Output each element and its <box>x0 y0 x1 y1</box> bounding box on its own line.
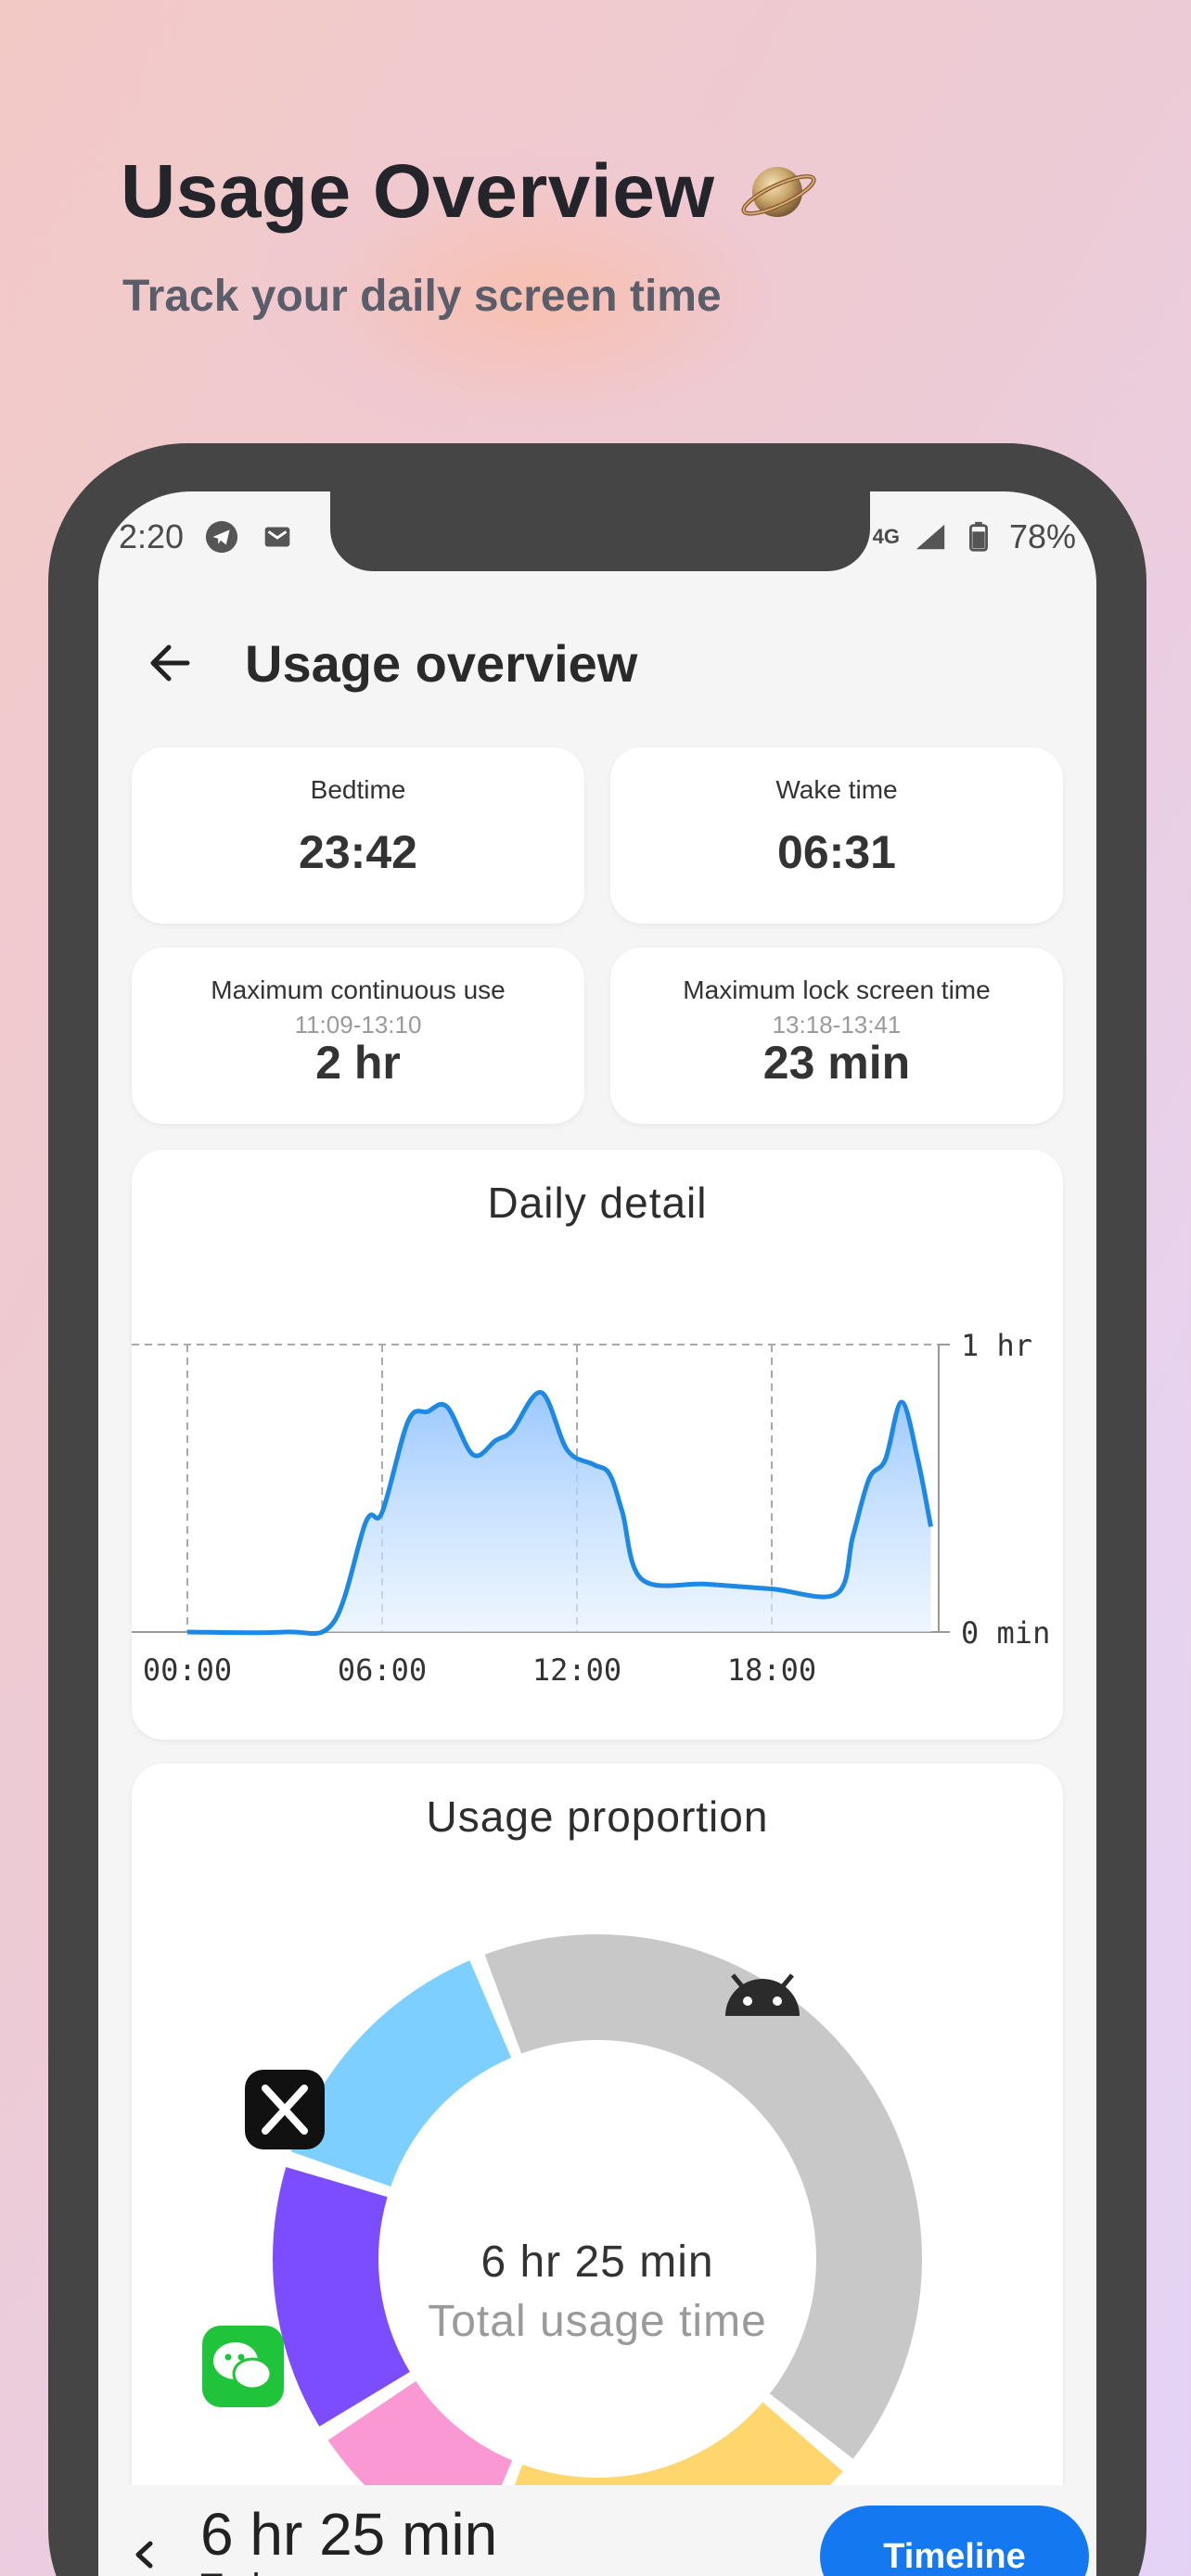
x-tick-label: 12:00 <box>532 1652 621 1688</box>
bedtime-card: Bedtime 23:42 <box>132 747 584 924</box>
telegram-icon <box>205 520 238 554</box>
usage-donut-chart <box>202 1934 954 2576</box>
x-icon <box>245 2070 325 2149</box>
battery-icon <box>968 521 988 552</box>
hero-title-text: Usage Overview <box>121 149 715 234</box>
daily-detail-chart: 00:00 06:00 12:00 18:00 1 hr 0 min <box>132 1328 1050 1688</box>
bottom-day-label: Today <box>200 2567 497 2576</box>
wake-time-label: Wake time <box>775 775 898 804</box>
bedtime-value: 23:42 <box>299 826 417 878</box>
signal-icon <box>916 524 945 550</box>
status-time: 2:20 <box>119 517 185 555</box>
planet-icon <box>741 167 816 217</box>
timeline-button[interactable]: Timeline <box>820 2506 1089 2576</box>
status-bar-left: 2:20 <box>119 517 295 556</box>
mail-icon <box>264 527 290 547</box>
donut-slice <box>290 1960 512 2187</box>
donut-slice <box>484 1934 923 2459</box>
chevron-left-icon[interactable] <box>126 2536 163 2573</box>
page-title: Usage overview <box>245 633 638 693</box>
bedtime-label: Bedtime <box>310 775 406 804</box>
donut-center-value: 6 hr 25 min <box>480 2238 714 2287</box>
max-continuous-value: 2 hr <box>315 1037 401 1089</box>
x-tick-label: 18:00 <box>727 1652 816 1688</box>
usage-proportion-title: Usage proportion <box>426 1792 769 1841</box>
bottom-bar: 6 hr 25 min Today Timeline <box>98 2485 1096 2576</box>
back-arrow-icon[interactable] <box>143 635 198 691</box>
hero-title: Usage Overview <box>121 148 819 236</box>
wake-time-card: Wake time 06:31 <box>610 747 1063 924</box>
app-bar: Usage overview <box>98 612 1096 714</box>
hero-subtitle: Track your daily screen time <box>122 272 722 321</box>
x-tick-label: 00:00 <box>143 1652 232 1688</box>
x-tick-label: 06:00 <box>338 1652 427 1688</box>
daily-detail-card: Daily detail 00:00 06:00 12:00 18:00 1 hr 0 m… <box>132 1150 1063 1740</box>
max-continuous-label: Maximum continuous use <box>211 976 506 1004</box>
max-lock-value: 23 min <box>762 1037 911 1089</box>
max-continuous-card: Maximum continuous use 11:09-13:10 2 hr <box>132 948 584 1124</box>
android-icon <box>725 1973 800 2016</box>
bottom-summary: 6 hr 25 min Today <box>200 2502 497 2576</box>
max-lock-label: Maximum lock screen time <box>683 976 991 1004</box>
usage-proportion-card: Usage proportion 6 hr 25 min Total usage… <box>132 1764 1063 2576</box>
daily-detail-title: Daily detail <box>487 1179 708 1227</box>
wake-time-value: 06:31 <box>777 826 896 878</box>
phone-screen: 2:20 4G 78% Usage overview Bedtime 23:42… <box>98 491 1096 2576</box>
bottom-total-time: 6 hr 25 min <box>200 2501 498 2568</box>
max-lock-card: Maximum lock screen time 13:18-13:41 23 … <box>610 948 1063 1124</box>
phone-notch <box>330 491 870 571</box>
y-tick-label: 1 hr <box>961 1328 1032 1363</box>
network-type: 4G <box>872 525 900 548</box>
donut-center-label: Total usage time <box>428 2297 767 2346</box>
y-tick-label: 0 min <box>961 1615 1050 1651</box>
battery-percent: 78% <box>1008 517 1076 555</box>
